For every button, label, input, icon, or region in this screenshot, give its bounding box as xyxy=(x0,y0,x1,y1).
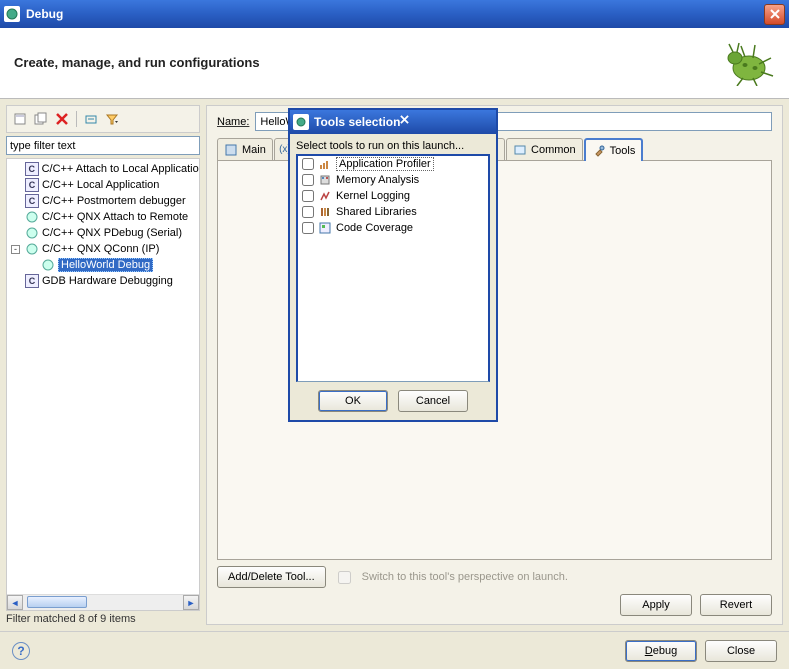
tab-main[interactable]: Main xyxy=(217,138,273,160)
collapse-all-button[interactable] xyxy=(82,110,100,128)
modal-cancel-button[interactable]: Cancel xyxy=(398,390,468,412)
dialog-header-title: Create, manage, and run configurations xyxy=(14,55,260,70)
qnx-icon xyxy=(25,210,39,224)
tree-item-label: C/C++ Attach to Local Application xyxy=(42,163,199,175)
config-tree[interactable]: C C/C++ Attach to Local Application C C/… xyxy=(7,159,199,291)
tool-label: Memory Analysis xyxy=(336,174,419,186)
window-titlebar: Debug xyxy=(0,0,789,28)
close-button[interactable]: Close xyxy=(705,640,777,662)
tree-item[interactable]: C C/C++ Local Application xyxy=(7,177,199,193)
tab-label: Tools xyxy=(610,145,636,157)
qnx-icon xyxy=(41,258,55,272)
config-toolbar xyxy=(6,105,200,133)
tab-tools[interactable]: Tools xyxy=(584,138,644,161)
tool-checkbox[interactable] xyxy=(302,222,314,234)
tree-item-label: GDB Hardware Debugging xyxy=(42,275,173,287)
toolbar-separator xyxy=(76,111,77,127)
dialog-header: Create, manage, and run configurations xyxy=(0,28,789,99)
name-label: Name: xyxy=(217,116,249,128)
tree-item[interactable]: C/C++ QNX PDebug (Serial) xyxy=(7,225,199,241)
tool-label: Code Coverage xyxy=(336,222,413,234)
duplicate-config-button[interactable] xyxy=(32,110,50,128)
c-app-icon: C xyxy=(25,178,39,192)
delete-config-button[interactable] xyxy=(53,110,71,128)
tools-tab-icon xyxy=(592,144,606,158)
bug-icon xyxy=(715,38,775,86)
app-icon xyxy=(4,6,20,22)
c-app-icon: C xyxy=(25,162,39,176)
tool-checkbox[interactable] xyxy=(302,158,314,170)
tool-item[interactable]: Shared Libraries xyxy=(298,204,488,220)
qnx-icon xyxy=(25,242,39,256)
tree-item-label: C/C++ QNX QConn (IP) xyxy=(42,243,159,255)
common-tab-icon xyxy=(513,143,527,157)
tool-label: Application Profiler xyxy=(336,157,434,171)
tree-collapse-toggle[interactable]: - xyxy=(11,245,20,254)
filter-menu-button[interactable] xyxy=(103,110,121,128)
tab-common[interactable]: Common xyxy=(506,138,583,160)
profiler-icon xyxy=(318,157,332,171)
modal-app-icon xyxy=(293,114,309,130)
tree-item-label: C/C++ Postmortem debugger xyxy=(42,195,186,207)
tree-item-label: C/C++ QNX Attach to Remote xyxy=(42,211,188,223)
tree-item-label: HelloWorld Debug xyxy=(58,258,153,272)
horizontal-scrollbar[interactable]: ◄ ► xyxy=(7,594,199,610)
tool-item[interactable]: Memory Analysis xyxy=(298,172,488,188)
scroll-left-button[interactable]: ◄ xyxy=(7,595,23,610)
qnx-icon xyxy=(25,226,39,240)
scroll-right-button[interactable]: ► xyxy=(183,595,199,610)
tool-checkbox[interactable] xyxy=(302,206,314,218)
tab-label: Main xyxy=(242,144,266,156)
new-config-button[interactable] xyxy=(11,110,29,128)
modal-instruction: Select tools to run on this launch... xyxy=(296,140,490,152)
modal-close-button[interactable] xyxy=(400,113,418,131)
tool-checkbox[interactable] xyxy=(302,190,314,202)
tree-item[interactable]: C C/C++ Attach to Local Application xyxy=(7,161,199,177)
kernel-log-icon xyxy=(318,189,332,203)
tree-item[interactable]: C/C++ QNX Attach to Remote xyxy=(7,209,199,225)
main-tab-icon xyxy=(224,143,238,157)
tool-checkbox[interactable] xyxy=(302,174,314,186)
modal-title: Tools selection xyxy=(314,115,400,129)
c-app-icon: C xyxy=(25,194,39,208)
debug-button-rest: ebug xyxy=(653,645,677,657)
scroll-thumb[interactable] xyxy=(27,596,87,608)
window-close-button[interactable] xyxy=(764,4,785,25)
add-delete-tool-button[interactable]: Add/Delete Tool... xyxy=(217,566,326,588)
switch-perspective-label: Switch to this tool's perspective on lau… xyxy=(362,571,568,583)
tools-list: Application Profiler Memory Analysis Ker… xyxy=(296,154,490,382)
tab-label: Common xyxy=(531,144,576,156)
tool-item[interactable]: Application Profiler xyxy=(298,156,488,172)
tree-item-expandable[interactable]: - C/C++ QNX QConn (IP) xyxy=(7,241,199,257)
revert-button[interactable]: Revert xyxy=(700,594,772,616)
modal-ok-button[interactable]: OK xyxy=(318,390,388,412)
apply-button[interactable]: Apply xyxy=(620,594,692,616)
tree-item-child[interactable]: HelloWorld Debug xyxy=(7,257,199,273)
tree-item-label: C/C++ QNX PDebug (Serial) xyxy=(42,227,182,239)
help-icon[interactable]: ? xyxy=(12,642,30,660)
tool-item[interactable]: Kernel Logging xyxy=(298,188,488,204)
tree-item[interactable]: C GDB Hardware Debugging xyxy=(7,273,199,289)
tools-selection-dialog: Tools selection Select tools to run on t… xyxy=(288,108,498,422)
filter-status-label: Filter matched 8 of 9 items xyxy=(6,613,200,625)
modal-titlebar: Tools selection xyxy=(290,110,496,134)
filter-input[interactable] xyxy=(6,136,200,155)
memory-icon xyxy=(318,173,332,187)
c-app-icon: C xyxy=(25,274,39,288)
coverage-icon xyxy=(318,221,332,235)
tree-item[interactable]: C C/C++ Postmortem debugger xyxy=(7,193,199,209)
tool-label: Kernel Logging xyxy=(336,190,410,202)
window-title: Debug xyxy=(26,7,63,21)
tree-item-label: C/C++ Local Application xyxy=(42,179,159,191)
tool-label: Shared Libraries xyxy=(336,206,417,218)
libraries-icon xyxy=(318,205,332,219)
switch-perspective-checkbox xyxy=(338,571,351,584)
tool-item[interactable]: Code Coverage xyxy=(298,220,488,236)
debug-button[interactable]: Debug xyxy=(625,640,697,662)
